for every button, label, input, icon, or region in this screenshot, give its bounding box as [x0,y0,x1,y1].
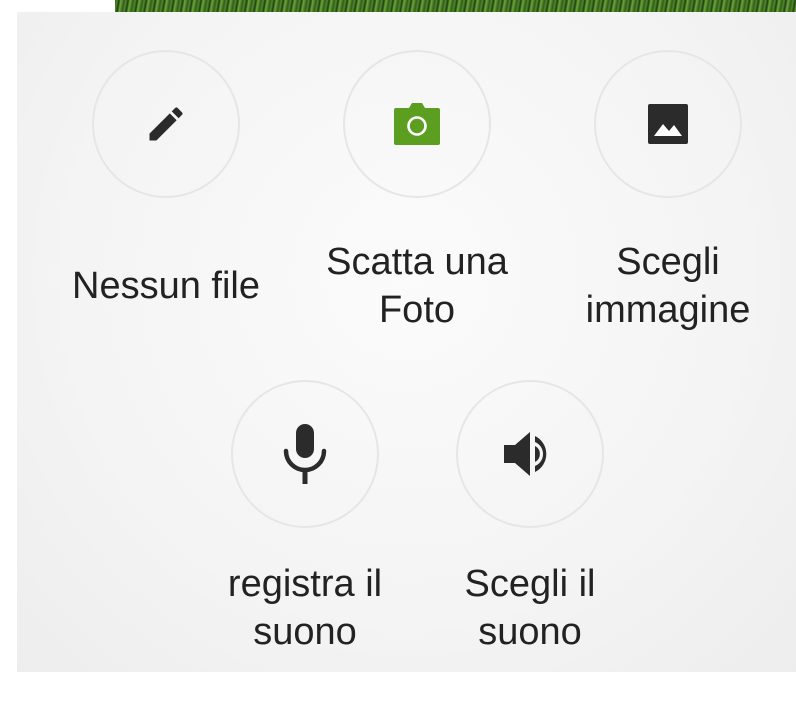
take-photo-label: Scatta una Foto [297,238,537,334]
camera-icon [394,103,440,145]
option-take-photo[interactable]: Scatta una Foto [297,50,537,334]
option-no-file[interactable]: Nessun file [46,50,286,310]
attachment-sheet: Nessun file Scatta una Foto Scegli immag… [17,12,796,672]
take-photo-label-line2: Foto [378,289,456,331]
image-icon [648,104,688,144]
take-photo-button[interactable] [343,50,491,198]
no-file-label: Nessun file [46,262,286,310]
microphone-icon [281,424,329,484]
record-sound-label-line1: registra il [227,563,383,605]
option-choose-sound[interactable]: Scegli il suono [410,380,650,656]
option-choose-image[interactable]: Scegli immagine [548,50,788,334]
choose-image-label: Scegli immagine [548,238,788,334]
record-sound-label-line2: suono [253,611,357,653]
speaker-icon [504,430,556,478]
record-sound-label: registra il suono [185,560,425,656]
choose-sound-button[interactable] [456,380,604,528]
choose-image-label-line1: Scegli [616,241,720,283]
pencil-icon [144,102,188,146]
no-file-button[interactable] [92,50,240,198]
choose-image-label-line2: immagine [585,289,751,331]
choose-sound-label-line1: Scegli il [464,563,596,605]
choose-image-button[interactable] [594,50,742,198]
no-file-label-text: Nessun file [72,265,260,307]
choose-sound-label: Scegli il suono [410,560,650,656]
take-photo-label-line1: Scatta una [326,241,508,283]
choose-sound-label-line2: suono [478,611,582,653]
background-photo [115,0,796,12]
stage: Nessun file Scatta una Foto Scegli immag… [0,0,796,701]
option-record-sound[interactable]: registra il suono [185,380,425,656]
record-sound-button[interactable] [231,380,379,528]
